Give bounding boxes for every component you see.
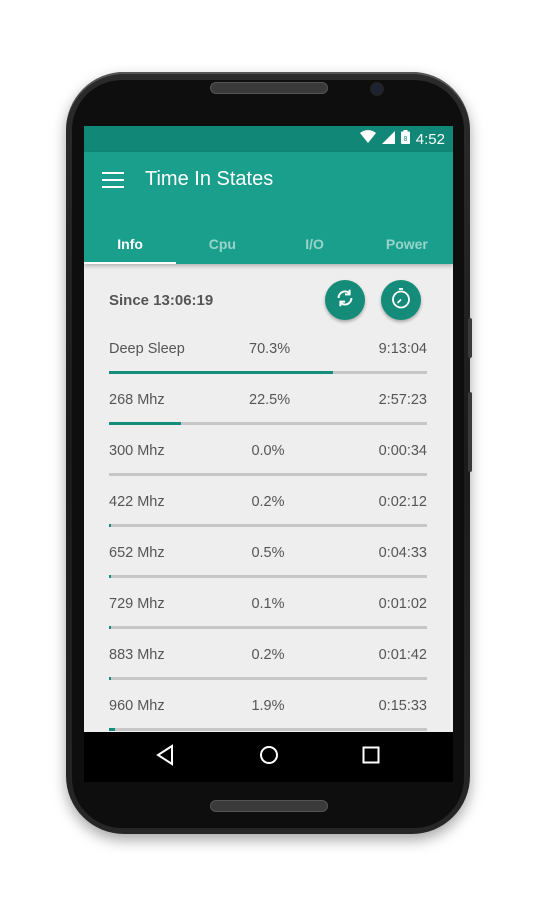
- signal-icon: [381, 130, 395, 148]
- tab-bar: Info Cpu I/O Power: [84, 224, 453, 264]
- refresh-icon: [334, 287, 356, 314]
- app-bar: Time In States Info Cpu I/O Power: [84, 152, 453, 264]
- tab-cpu[interactable]: Cpu: [176, 224, 268, 264]
- state-row: 883 Mhz 0.2% 0:01:42: [109, 637, 427, 688]
- menu-icon[interactable]: [102, 172, 124, 190]
- state-time: 0:01:02: [378, 596, 427, 612]
- info-content: Since 13:06:19 Deep Sleep 70.3% 9:13:04 268…: [84, 264, 453, 732]
- state-row: 652 Mhz 0.5% 0:04:33: [109, 535, 427, 586]
- state-row: 300 Mhz 0.0% 0:00:34: [109, 433, 427, 484]
- state-progress-track: [109, 575, 427, 578]
- state-time: 0:04:33: [378, 545, 427, 561]
- earpiece-speaker: [210, 82, 328, 94]
- state-row: 729 Mhz 0.1% 0:01:02: [109, 586, 427, 637]
- state-progress-fill: [109, 728, 116, 731]
- state-progress-fill: [109, 371, 333, 374]
- state-progress-track: [109, 728, 427, 731]
- state-time: 0:15:33: [378, 698, 427, 714]
- state-progress-fill: [109, 524, 111, 527]
- state-progress-track: [109, 524, 427, 527]
- state-time: 9:13:04: [378, 341, 427, 357]
- svg-text:8: 8: [403, 136, 407, 143]
- state-time: 0:00:34: [378, 443, 427, 459]
- screen: 8 4:52 Time In States Info Cpu I/O Power…: [84, 126, 453, 732]
- state-time: 0:02:12: [378, 494, 427, 510]
- state-label: 960 Mhz: [109, 698, 165, 714]
- state-progress-fill: [109, 626, 111, 629]
- volume-button: [468, 318, 472, 358]
- timer-button[interactable]: [381, 280, 421, 320]
- tab-io[interactable]: I/O: [269, 224, 361, 264]
- state-percent: 1.9%: [251, 698, 285, 714]
- bottom-speaker: [210, 800, 328, 812]
- state-progress-fill: [109, 575, 111, 578]
- state-row: 422 Mhz 0.2% 0:02:12: [109, 484, 427, 535]
- state-row: 960 Mhz 1.9% 0:15:33: [109, 688, 427, 732]
- refresh-button[interactable]: [325, 280, 365, 320]
- stopwatch-icon: [389, 286, 413, 315]
- navigation-bar: [84, 732, 453, 782]
- power-button: [468, 392, 472, 472]
- state-progress-track: [109, 473, 427, 476]
- state-row: Deep Sleep 70.3% 9:13:04: [109, 331, 427, 382]
- tab-power[interactable]: Power: [361, 224, 453, 264]
- state-time: 0:01:42: [378, 647, 427, 663]
- state-label: Deep Sleep: [109, 341, 185, 357]
- wifi-icon: [359, 130, 376, 148]
- state-label: 422 Mhz: [109, 494, 165, 510]
- state-label: 268 Mhz: [109, 392, 165, 408]
- tab-info[interactable]: Info: [84, 224, 177, 264]
- state-time: 2:57:23: [378, 392, 427, 408]
- state-progress-fill: [109, 677, 111, 680]
- state-progress-track: [109, 422, 427, 425]
- status-time: 4:52: [415, 130, 445, 148]
- state-percent: 0.2%: [251, 647, 285, 663]
- app-title: Time In States: [145, 168, 274, 190]
- state-progress-fill: [109, 422, 181, 425]
- state-percent: 0.0%: [251, 443, 285, 459]
- state-progress-track: [109, 626, 427, 629]
- state-percent: 22.5%: [249, 392, 291, 408]
- back-icon[interactable]: [156, 744, 174, 771]
- state-label: 652 Mhz: [109, 545, 165, 561]
- state-percent: 0.1%: [251, 596, 285, 612]
- state-progress-track: [109, 677, 427, 680]
- front-camera: [372, 84, 382, 94]
- state-percent: 70.3%: [249, 341, 291, 357]
- state-percent: 0.5%: [251, 545, 285, 561]
- state-label: 883 Mhz: [109, 647, 165, 663]
- state-label: 300 Mhz: [109, 443, 165, 459]
- since-label: Since 13:06:19: [109, 292, 214, 309]
- state-percent: 0.2%: [251, 494, 285, 510]
- state-label: 729 Mhz: [109, 596, 165, 612]
- state-row: 268 Mhz 22.5% 2:57:23: [109, 382, 427, 433]
- status-bar: 8 4:52: [84, 126, 453, 152]
- recents-icon[interactable]: [362, 746, 380, 769]
- battery-icon: 8: [400, 130, 410, 148]
- home-icon[interactable]: [258, 744, 280, 771]
- state-progress-track: [109, 371, 427, 374]
